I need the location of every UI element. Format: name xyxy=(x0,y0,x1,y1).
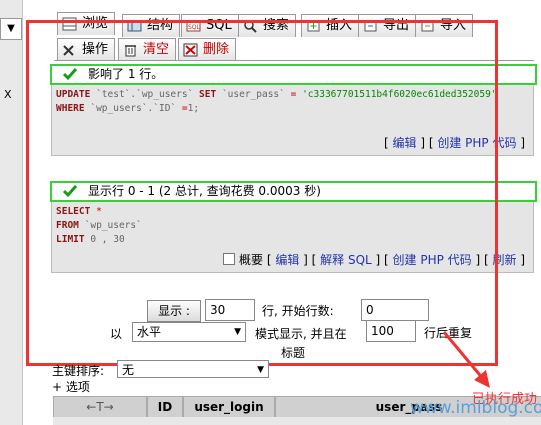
sort-select[interactable]: 无 ▼ xyxy=(117,360,269,378)
table-header-actions: ←T→ xyxy=(53,396,147,418)
column-arrows-icon[interactable]: ←T→ xyxy=(86,400,113,414)
annotation-arrow-icon xyxy=(442,331,490,388)
watermark-text: www.imlblog.com xyxy=(410,398,541,418)
table-header-id[interactable]: ID xyxy=(147,396,183,418)
panel-dropdown-icon[interactable]: ▼ xyxy=(0,18,22,40)
table-header-user-login[interactable]: user_login xyxy=(183,396,275,418)
left-navigation-panel xyxy=(0,0,23,425)
table-row xyxy=(53,417,541,425)
sort-label: 主键排序: xyxy=(52,364,105,378)
highlight-box xyxy=(26,20,498,366)
options-link[interactable]: + 选项 xyxy=(52,378,90,395)
panel-close-icon[interactable]: X xyxy=(4,88,12,101)
chevron-down-icon: ▼ xyxy=(257,365,264,375)
sort-value: 无 xyxy=(122,363,135,377)
bracket: ] xyxy=(520,136,525,150)
